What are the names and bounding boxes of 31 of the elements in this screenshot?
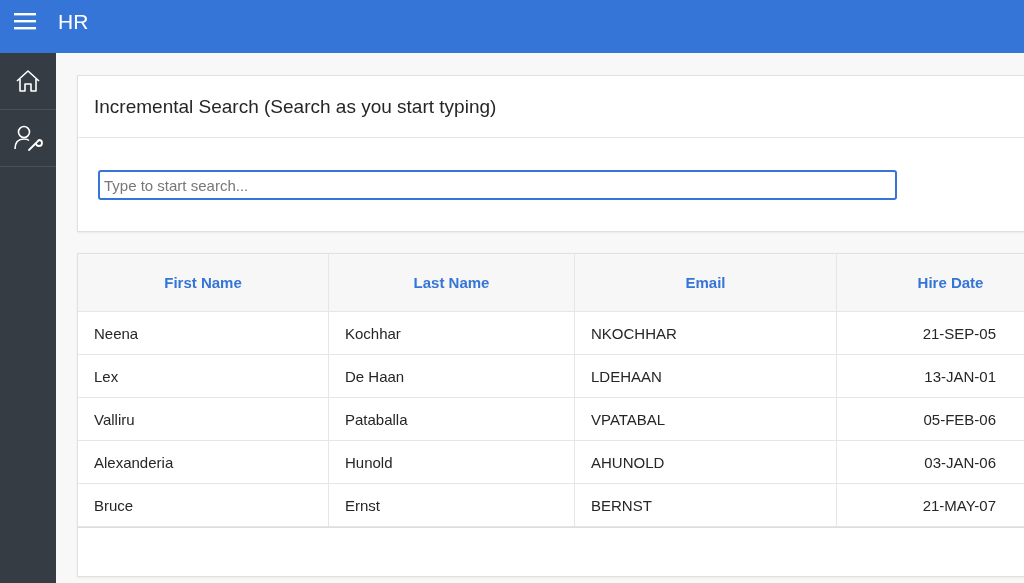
table-cell: Hunold: [345, 453, 393, 471]
home-icon: [15, 69, 41, 93]
table-cell: Valliru: [94, 410, 135, 428]
table-cell: 03-JAN-06: [924, 453, 996, 471]
column-header[interactable]: Email: [685, 274, 726, 291]
menu-icon: [14, 12, 36, 30]
table-cell: Alexanderia: [94, 453, 174, 471]
table-cell: NKOCHHAR: [591, 324, 677, 342]
table-cell: AHUNOLD: [591, 453, 665, 471]
table-cell: VPATABAL: [591, 410, 666, 428]
table-cell: 21-MAY-07: [922, 496, 996, 514]
table-cell: Lex: [94, 367, 119, 385]
table-cell: Neena: [94, 324, 139, 342]
table-cell: 05-FEB-06: [923, 410, 996, 428]
table-cell: Ernst: [345, 496, 380, 514]
table-cell: 21-SEP-05: [922, 324, 996, 342]
app-title[interactable]: HR: [58, 10, 89, 34]
user-wrench-icon: [13, 124, 43, 152]
table-cell: De Haan: [345, 367, 405, 385]
table-cell: 13-JAN-01: [924, 367, 996, 385]
region-title: Incremental Search (Search as you start typing): [78, 76, 1024, 138]
search-field[interactable]: Type to start search...: [98, 170, 897, 200]
table-cell: LDEHAAN: [591, 367, 662, 385]
table-cell: BERNST: [591, 496, 652, 514]
table-cell: Pataballa: [345, 410, 408, 428]
column-header[interactable]: Hire Date: [917, 274, 984, 291]
table-cell: Kochhar: [345, 324, 401, 342]
table-cell: Bruce: [94, 496, 134, 514]
menu-button[interactable]: [12, 10, 38, 32]
column-header[interactable]: Last Name: [413, 274, 490, 291]
column-header[interactable]: First Name: [164, 274, 242, 291]
